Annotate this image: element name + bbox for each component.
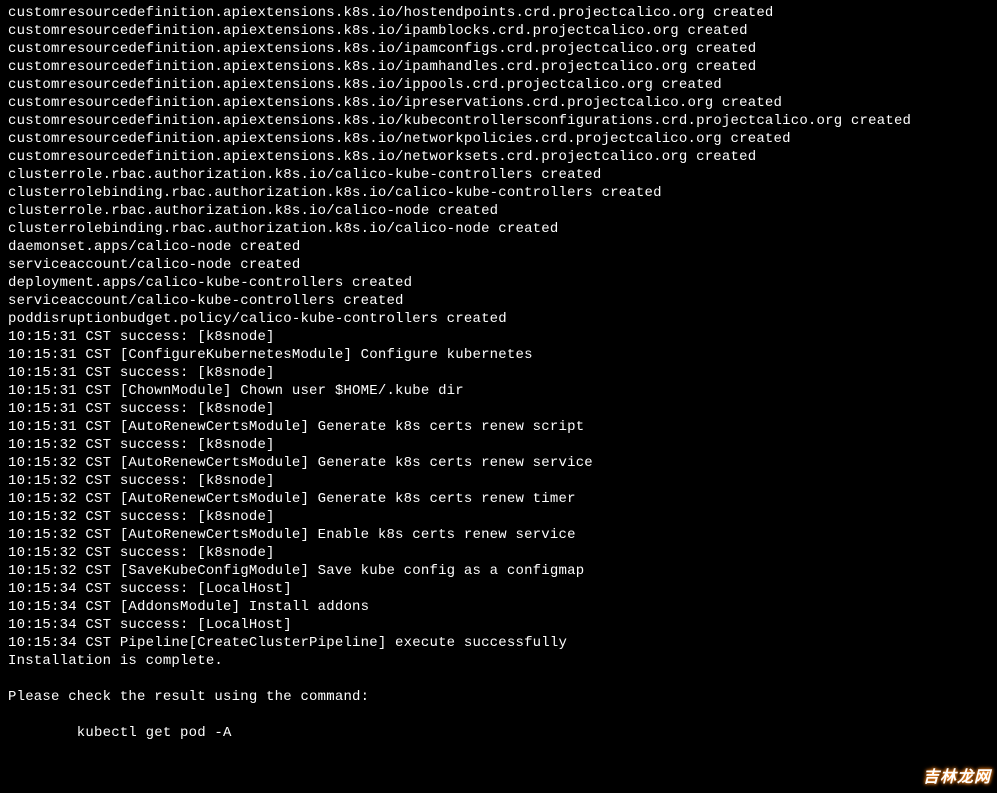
terminal-line: kubectl get pod -A: [8, 724, 989, 742]
terminal-line: clusterrole.rbac.authorization.k8s.io/ca…: [8, 202, 989, 220]
terminal-line: Please check the result using the comman…: [8, 688, 989, 706]
terminal-line: 10:15:34 CST success: [LocalHost]: [8, 580, 989, 598]
terminal-line: [8, 706, 989, 724]
terminal-line: 10:15:31 CST [ConfigureKubernetesModule]…: [8, 346, 989, 364]
terminal-line: poddisruptionbudget.policy/calico-kube-c…: [8, 310, 989, 328]
terminal-line: 10:15:32 CST success: [k8snode]: [8, 544, 989, 562]
terminal-line: 10:15:34 CST Pipeline[CreateClusterPipel…: [8, 634, 989, 652]
terminal-line: 10:15:31 CST success: [k8snode]: [8, 364, 989, 382]
terminal-line: customresourcedefinition.apiextensions.k…: [8, 4, 989, 22]
terminal-line: customresourcedefinition.apiextensions.k…: [8, 130, 989, 148]
terminal-line: customresourcedefinition.apiextensions.k…: [8, 112, 989, 130]
terminal-line: 10:15:32 CST success: [k8snode]: [8, 436, 989, 454]
terminal-line: customresourcedefinition.apiextensions.k…: [8, 94, 989, 112]
terminal-line: 10:15:32 CST [AutoRenewCertsModule] Gene…: [8, 454, 989, 472]
watermark-text: 吉林龙网: [923, 769, 991, 787]
terminal-line: 10:15:32 CST [AutoRenewCertsModule] Gene…: [8, 490, 989, 508]
terminal-line: 10:15:34 CST success: [LocalHost]: [8, 616, 989, 634]
terminal-line: customresourcedefinition.apiextensions.k…: [8, 40, 989, 58]
terminal-line: 10:15:34 CST [AddonsModule] Install addo…: [8, 598, 989, 616]
terminal-line: 10:15:32 CST success: [k8snode]: [8, 472, 989, 490]
terminal-line: clusterrole.rbac.authorization.k8s.io/ca…: [8, 166, 989, 184]
terminal-line: [8, 742, 989, 760]
terminal-line: 10:15:32 CST [AutoRenewCertsModule] Enab…: [8, 526, 989, 544]
terminal-line: daemonset.apps/calico-node created: [8, 238, 989, 256]
terminal-line: [8, 670, 989, 688]
terminal-line: customresourcedefinition.apiextensions.k…: [8, 58, 989, 76]
terminal-line: 10:15:31 CST [AutoRenewCertsModule] Gene…: [8, 418, 989, 436]
terminal-line: 10:15:31 CST [ChownModule] Chown user $H…: [8, 382, 989, 400]
terminal-line: serviceaccount/calico-node created: [8, 256, 989, 274]
terminal-line: Installation is complete.: [8, 652, 989, 670]
terminal-output[interactable]: customresourcedefinition.apiextensions.k…: [8, 4, 989, 760]
terminal-line: customresourcedefinition.apiextensions.k…: [8, 22, 989, 40]
terminal-line: 10:15:32 CST [SaveKubeConfigModule] Save…: [8, 562, 989, 580]
terminal-line: customresourcedefinition.apiextensions.k…: [8, 148, 989, 166]
terminal-line: serviceaccount/calico-kube-controllers c…: [8, 292, 989, 310]
terminal-line: clusterrolebinding.rbac.authorization.k8…: [8, 184, 989, 202]
terminal-line: 10:15:31 CST success: [k8snode]: [8, 328, 989, 346]
terminal-line: 10:15:31 CST success: [k8snode]: [8, 400, 989, 418]
terminal-line: 10:15:32 CST success: [k8snode]: [8, 508, 989, 526]
terminal-line: deployment.apps/calico-kube-controllers …: [8, 274, 989, 292]
terminal-line: clusterrolebinding.rbac.authorization.k8…: [8, 220, 989, 238]
terminal-line: customresourcedefinition.apiextensions.k…: [8, 76, 989, 94]
